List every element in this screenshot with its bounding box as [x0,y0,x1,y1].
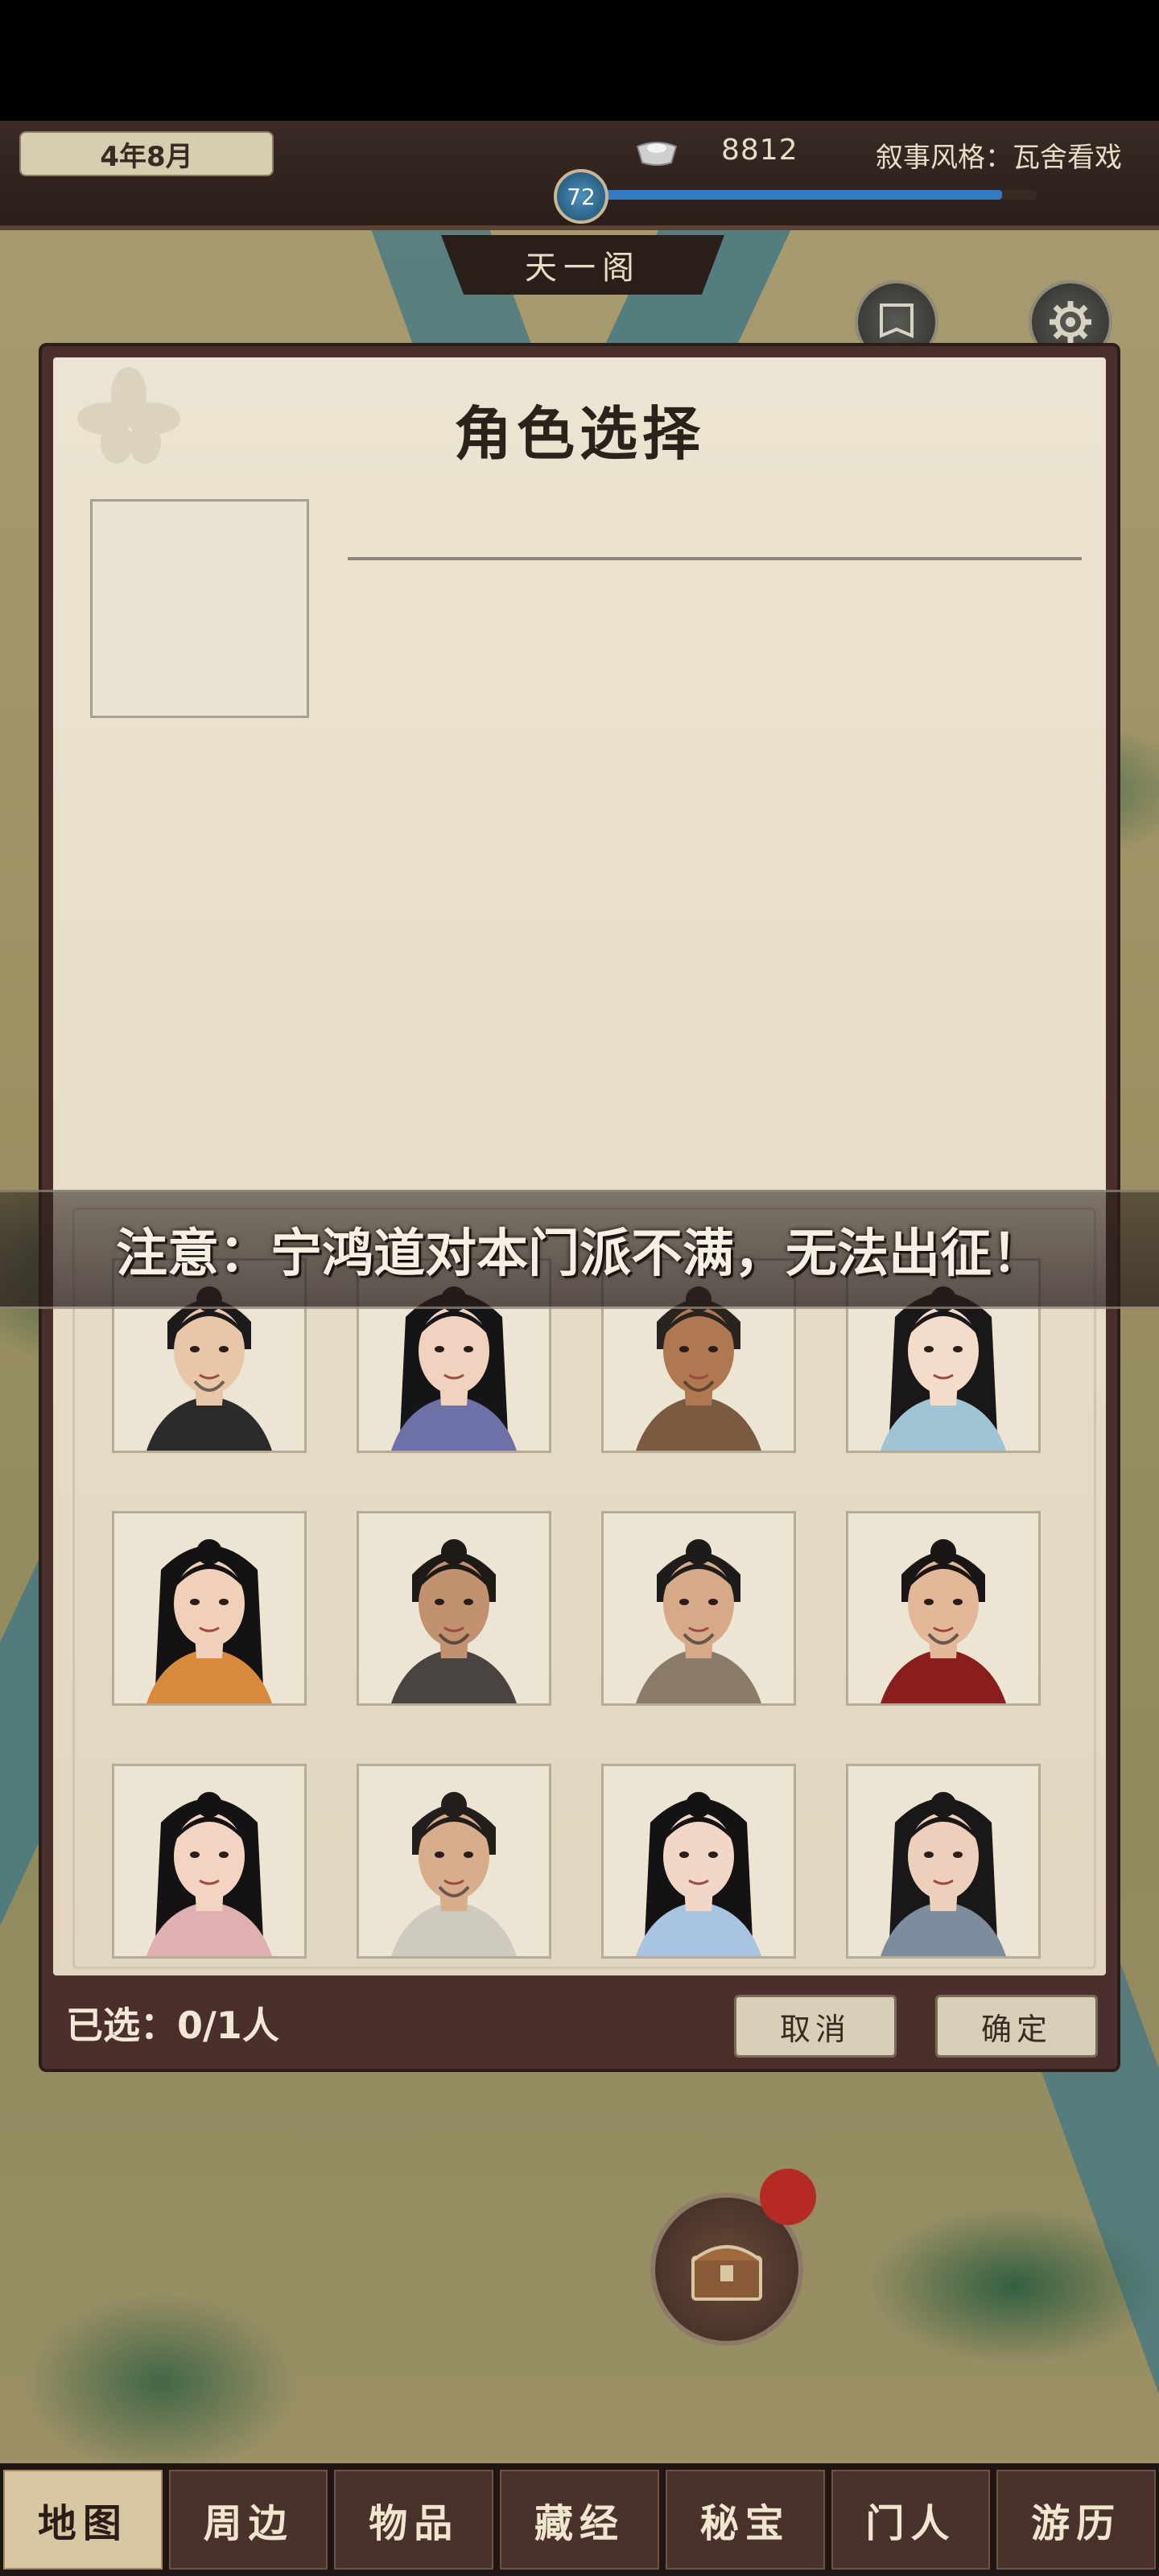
character-portrait [636,1792,761,1956]
nav-nearby[interactable]: 周边 [168,2470,328,2570]
character-portrait [146,1792,272,1956]
chest-icon [691,2245,762,2301]
nav-disciples[interactable]: 门人 [831,2470,991,2570]
location-title: 天一阁 [441,235,724,295]
notification-dot [760,2169,816,2225]
character-card[interactable] [601,1764,796,1959]
character-card[interactable] [846,1764,1041,1959]
bottom-navigation: 地图 周边 物品 藏经 秘宝 门人 游历 [0,2463,1159,2576]
character-portrait [636,1539,761,1703]
gear-icon [1050,301,1091,343]
character-portrait [881,1792,1006,1956]
warning-notice: 注意：宁鸿道对本门派不满，无法出征！ [0,1190,1159,1309]
character-portrait [391,1792,517,1956]
character-card[interactable] [846,1511,1041,1706]
name-divider [348,557,1082,560]
selected-portrait-slot [90,499,309,718]
game-date: 4年8月 [19,131,274,176]
nav-scriptures[interactable]: 藏经 [500,2470,659,2570]
banner-icon [880,303,914,339]
character-card[interactable] [601,1511,796,1706]
xp-bar-fill [602,190,1002,200]
nav-travel[interactable]: 游历 [996,2470,1157,2570]
character-card[interactable] [112,1764,307,1959]
selected-count: 已选：0/1人 [66,2004,279,2047]
narrative-style-label[interactable]: 叙事风格：瓦舍看戏 [876,135,1122,175]
nav-treasures[interactable]: 秘宝 [665,2470,825,2570]
cancel-button[interactable]: 取消 [734,1995,897,2058]
character-card[interactable] [357,1511,551,1706]
confirm-button[interactable]: 确定 [935,1995,1098,2058]
nav-items[interactable]: 物品 [334,2470,494,2570]
character-portrait [881,1539,1006,1703]
character-portrait [391,1539,517,1703]
character-card[interactable] [357,1764,551,1959]
character-portrait [146,1539,272,1703]
silver-ingot-icon [636,142,678,166]
character-grid[interactable] [72,1208,1096,1969]
dialog-title: 角色选择 [453,400,705,468]
silver-amount: 8812 [721,134,798,167]
nav-map[interactable]: 地图 [3,2470,163,2570]
level-badge: 72 [554,169,608,224]
character-card[interactable] [112,1511,307,1706]
